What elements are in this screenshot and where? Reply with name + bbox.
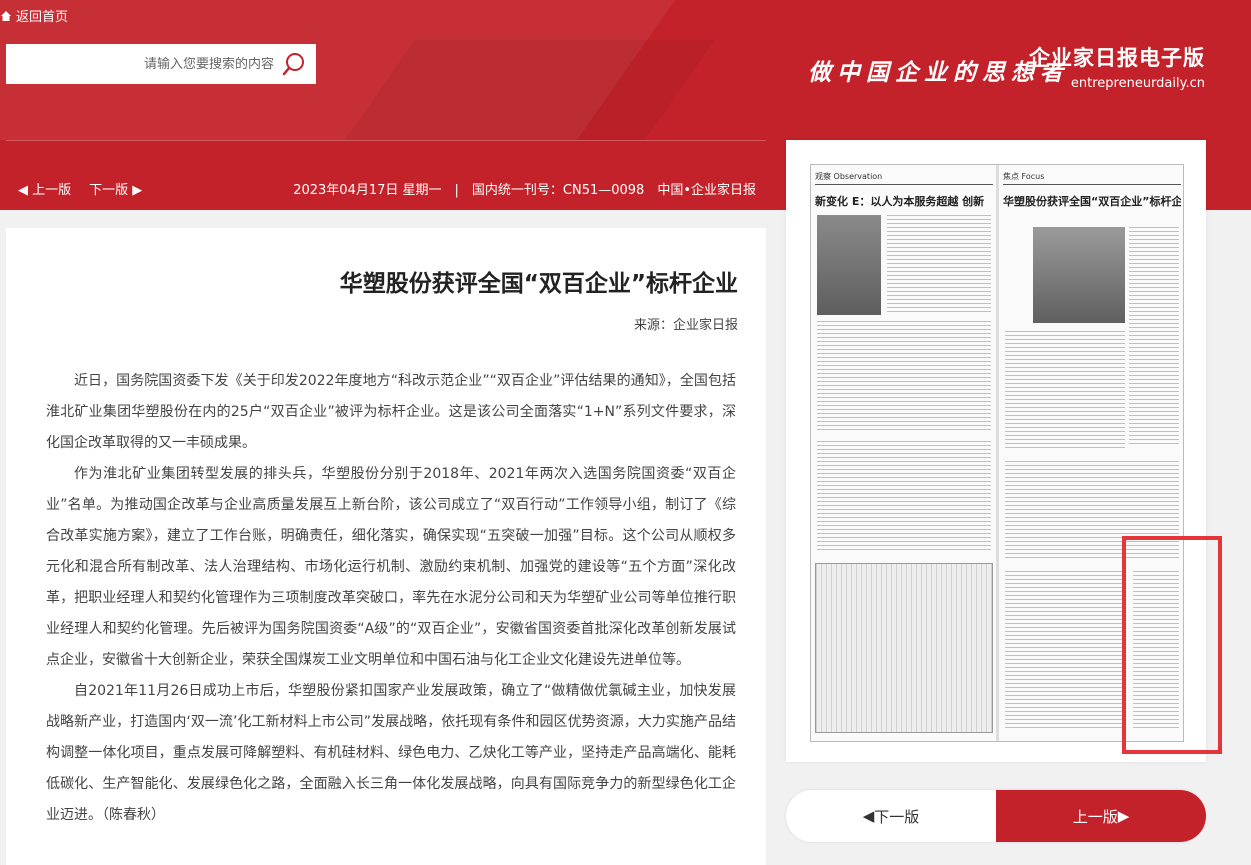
next-page-button-label: 下一版: [874, 807, 920, 826]
site-brand[interactable]: 企业家日报电子版 entrepreneurdaily.cn: [1029, 42, 1205, 91]
search-icon[interactable]: [280, 50, 308, 78]
right-page-photo: [1033, 227, 1125, 323]
search-box: [6, 44, 316, 84]
article-body: 近日，国务院国资委下发《关于印发2022年度地方“科改示范企业”“双百企业”评估…: [46, 366, 736, 831]
brand-title: 企业家日报电子版: [1029, 46, 1205, 70]
left-page-headline: 新变化 E：以人为本服务超越 创新: [815, 195, 985, 208]
home-icon: [0, 10, 12, 22]
left-page: 观察 Observation 新变化 E：以人为本服务超越 创新: [815, 171, 993, 737]
prev-page-button[interactable]: 上一版 ▶: [996, 790, 1206, 842]
home-link-label: 返回首页: [16, 10, 69, 25]
selected-article-hotspot[interactable]: [1122, 536, 1222, 754]
text-block: [1005, 571, 1125, 731]
prev-page-button-label: 上一版: [1072, 807, 1118, 826]
home-link[interactable]: 返回首页: [0, 6, 68, 25]
left-page-photo: [817, 215, 881, 315]
prev-page-link[interactable]: ◀ 上一版: [18, 179, 71, 198]
issue-info-bar: ◀ 上一版 下一版 ▶ 2023年04月17日 星期一 | 国内统一刊号：CN5…: [6, 140, 766, 210]
classified-ads-block: [815, 563, 993, 733]
page-fold: [996, 165, 999, 741]
right-page-masthead: 焦点 Focus: [1003, 171, 1181, 185]
search-input[interactable]: [34, 56, 274, 72]
article-paragraph: 近日，国务院国资委下发《关于印发2022年度地方“科改示范企业”“双百企业”评估…: [46, 373, 736, 451]
next-page-link[interactable]: 下一版 ▶: [89, 179, 142, 198]
left-page-masthead: 观察 Observation: [815, 171, 993, 185]
brand-url: entrepreneurdaily.cn: [1070, 76, 1205, 91]
article-paragraph: 自2021年11月26日成功上市后，华塑股份紧扣国家产业发展政策，确立了“做精做…: [46, 683, 736, 823]
right-page-headline: 华塑股份获评全国“双百企业”标杆企业: [1003, 195, 1181, 208]
page-nav: ◀ 上一版 下一版 ▶: [18, 179, 142, 198]
article-panel: 华塑股份获评全国“双百企业”标杆企业 来源：企业家日报 近日，国务院国资委下发《…: [6, 228, 766, 865]
issue-date: 2023年04月17日 星期一 | 国内统一刊号：CN51—0098 中国•企业…: [293, 183, 756, 198]
next-page-button[interactable]: ◀ 下一版: [786, 790, 996, 842]
article-paragraph: 作为淮北矿业集团转型发展的排头兵，华塑股份分别于2018年、2021年两次入选国…: [46, 466, 736, 668]
page-pager: ◀ 下一版 上一版 ▶: [786, 790, 1206, 842]
next-page-label: 下一版: [89, 183, 129, 198]
article-title: 华塑股份获评全国“双百企业”标杆企业: [339, 271, 738, 297]
text-block: [1005, 331, 1125, 451]
article-source: 来源：企业家日报: [633, 318, 738, 333]
newspaper-thumbnail-panel: 观察 Observation 新变化 E：以人为本服务超越 创新 焦点 Focu…: [786, 140, 1222, 762]
text-block: [1129, 227, 1179, 447]
text-block: [887, 215, 991, 315]
prev-page-label: 上一版: [32, 183, 72, 198]
text-block: [817, 441, 991, 551]
text-block: [817, 321, 991, 431]
